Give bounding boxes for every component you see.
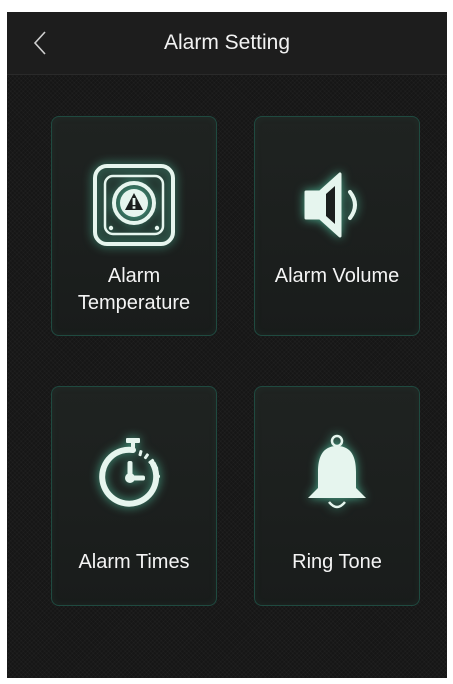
icon-wrap [84, 155, 184, 255]
bell-icon [308, 434, 366, 509]
icon-wrap [84, 425, 184, 525]
ring-tone-label: Ring Tone [292, 551, 382, 573]
alarm-volume-label: Alarm Volume [274, 265, 400, 287]
icon-wrap [287, 425, 387, 525]
label-line-1: Alarm [107, 265, 161, 287]
speaker-volume-icon [304, 172, 357, 238]
alarm-temperature-label: Alarm Temperature [52, 263, 216, 317]
icon-wrap [287, 155, 387, 255]
alarm-times-tile[interactable]: Alarm Times [51, 386, 217, 606]
label-line-2: Temperature [77, 292, 191, 314]
alarm-times-label: Alarm Times [78, 551, 190, 573]
alarm-temperature-icon [93, 164, 175, 246]
alarm-temperature-tile[interactable]: Alarm Temperature [51, 116, 217, 336]
alarm-setting-screen: Alarm Setting Alarm Temperature Alarm Vo… [7, 12, 447, 678]
header-bar: Alarm Setting [7, 12, 447, 75]
stopwatch-icon [99, 438, 161, 507]
ring-tone-tile[interactable]: Ring Tone [254, 386, 420, 606]
page-title: Alarm Setting [163, 31, 291, 54]
alarm-volume-tile[interactable]: Alarm Volume [254, 116, 420, 336]
